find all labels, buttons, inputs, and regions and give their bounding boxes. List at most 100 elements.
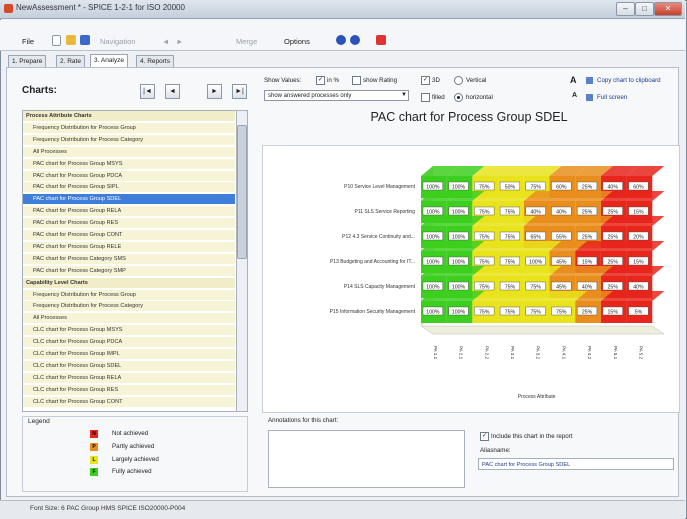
next-chart-button[interactable]: ► bbox=[207, 84, 222, 99]
chart-list-item[interactable]: CLC chart for Process Group CONT bbox=[23, 396, 235, 407]
minimize-button[interactable]: – bbox=[616, 2, 635, 16]
column-tick-label: PA 2.2 bbox=[484, 346, 489, 360]
font-increase-icon[interactable]: A bbox=[570, 75, 577, 85]
value-label: 100% bbox=[452, 185, 466, 191]
chart-list-item[interactable]: CLC chart for Process Group RES bbox=[23, 384, 235, 395]
chart-list[interactable]: Process Attribute Charts Frequency Distri… bbox=[22, 110, 238, 412]
alias-input[interactable]: PAC chart for Process Group SDEL bbox=[478, 458, 674, 470]
value-label: 65% bbox=[530, 235, 541, 241]
chart-list-item[interactable]: PAC chart for Process Group SDEL bbox=[23, 194, 235, 205]
scrollbar-thumb[interactable] bbox=[237, 125, 247, 259]
window-title: NewAssessment * - SPICE 1-2-1 for ISO 20… bbox=[16, 3, 185, 12]
full-screen-link[interactable]: Full screen bbox=[597, 94, 627, 101]
tab-rate[interactable]: 2. Rate bbox=[56, 55, 85, 67]
chart-list-item[interactable]: Frequency Distribution for Process Categ… bbox=[23, 134, 235, 145]
chart-list-item[interactable]: Frequency Distribution for Process Group bbox=[23, 122, 235, 133]
maximize-button[interactable]: □ bbox=[635, 2, 654, 16]
full-screen-icon[interactable] bbox=[586, 94, 593, 101]
tab-analyze[interactable]: 3. Analyze bbox=[90, 54, 128, 67]
three-d-checkbox[interactable]: ✓ bbox=[421, 76, 430, 85]
close-button[interactable]: ✕ bbox=[654, 2, 682, 16]
include-in-report-checkbox[interactable]: ✓ bbox=[480, 432, 489, 441]
in-percent-label: in % bbox=[327, 77, 340, 84]
value-label: 100% bbox=[452, 235, 466, 241]
chart-list-item[interactable]: Frequency Distribution for Process Categ… bbox=[23, 301, 235, 312]
show-values-label: Show Values: bbox=[264, 77, 302, 84]
legend-swatch-p: P bbox=[90, 443, 98, 451]
row-label: P15 Information Security Management bbox=[330, 309, 416, 315]
chart-list-item[interactable]: All Processes bbox=[23, 313, 235, 324]
legend-title: Legend bbox=[28, 418, 50, 425]
x-axis-label: Process Attribute bbox=[518, 394, 556, 400]
value-label: 75% bbox=[505, 260, 516, 266]
value-label: 100% bbox=[426, 210, 440, 216]
value-label: 75% bbox=[530, 310, 541, 316]
value-label: 25% bbox=[608, 210, 619, 216]
copy-icon[interactable] bbox=[586, 77, 593, 84]
font-decrease-icon[interactable]: A bbox=[572, 92, 577, 99]
nav-forward-button[interactable]: ► bbox=[176, 37, 183, 46]
menu-file[interactable]: File bbox=[22, 37, 34, 46]
chart-list-item[interactable]: PAC chart for Process Group RES bbox=[23, 218, 235, 229]
value-label: 40% bbox=[530, 210, 541, 216]
vertical-label: Vertical bbox=[466, 77, 487, 84]
menu-merge[interactable]: Merge bbox=[236, 37, 257, 46]
column-tick-label: PA 4.1 bbox=[561, 346, 566, 360]
chevron-down-icon[interactable]: ▼ bbox=[399, 90, 409, 101]
info-icon[interactable] bbox=[350, 35, 360, 45]
value-label: 100% bbox=[426, 260, 440, 266]
chart-list-group-header[interactable]: Process Attribute Charts bbox=[23, 111, 235, 121]
menu-navigation[interactable]: Navigation bbox=[100, 37, 135, 46]
chart-list-item[interactable]: PAC chart for Process Category SMP bbox=[23, 265, 235, 276]
value-label: 75% bbox=[479, 285, 490, 291]
open-folder-icon[interactable] bbox=[66, 35, 76, 45]
value-label: 100% bbox=[452, 310, 466, 316]
legend-panel bbox=[22, 416, 248, 492]
chart-list-item[interactable]: Frequency Distribution for Process Group bbox=[23, 289, 235, 300]
pac-chart: 100% 100% 75% 50% 75% 60% 25% 40% 60% P10 Service… bbox=[330, 166, 666, 400]
chart-list-item[interactable]: PAC chart for Process Group RELA bbox=[23, 206, 235, 217]
show-rating-checkbox[interactable] bbox=[352, 76, 361, 85]
chart-list-item[interactable]: CLC chart for Process Group SDEL bbox=[23, 360, 235, 371]
chart-list-item[interactable]: CLC chart for Process Group MSYS bbox=[23, 325, 235, 336]
help-icon[interactable] bbox=[336, 35, 346, 45]
row-label: P11 SLS Service Reporting bbox=[355, 209, 416, 215]
chart-list-item[interactable]: PAC chart for Process Group MSYS bbox=[23, 158, 235, 169]
chart-list-item[interactable]: PAC chart for Process Group SIPL bbox=[23, 182, 235, 193]
horizontal-radio[interactable] bbox=[454, 93, 463, 102]
value-label: 100% bbox=[426, 235, 440, 241]
in-percent-checkbox[interactable]: ✓ bbox=[316, 76, 325, 85]
horizontal-label: horizontal bbox=[466, 94, 493, 101]
value-label: 100% bbox=[426, 185, 440, 191]
chart-list-item[interactable]: PAC chart for Process Group RELE bbox=[23, 241, 235, 252]
previous-chart-button[interactable]: ◄ bbox=[165, 84, 180, 99]
chart-list-item[interactable]: CLC chart for Process Group PDCA bbox=[23, 337, 235, 348]
tab-prepare[interactable]: 1. Prepare bbox=[8, 55, 47, 67]
chart-list-item[interactable]: CLC chart for Process Group IMPL bbox=[23, 349, 235, 359]
vertical-radio[interactable] bbox=[454, 76, 463, 85]
chart-list-item[interactable]: PAC chart for Process Group CONT bbox=[23, 230, 235, 240]
legend-label-not-achieved: Not achieved bbox=[112, 430, 149, 437]
annotations-textarea[interactable] bbox=[268, 430, 465, 488]
filled-checkbox[interactable] bbox=[421, 93, 430, 102]
tab-reports[interactable]: 4. Reports bbox=[136, 55, 174, 67]
menu-options[interactable]: Options bbox=[284, 37, 310, 46]
chart-list-item[interactable]: All Processes bbox=[23, 146, 235, 157]
chart-list-item[interactable]: PAC chart for Process Category SMS bbox=[23, 253, 235, 264]
value-label: 15% bbox=[633, 210, 644, 216]
chart-list-item[interactable]: PAC chart for Process Group PDCA bbox=[23, 170, 235, 181]
copy-chart-link[interactable]: Copy chart to clipboard bbox=[597, 77, 661, 84]
chart-list-group-header[interactable]: Capability Level Charts bbox=[23, 277, 235, 288]
filter-dropdown[interactable]: show answered processes only bbox=[264, 90, 409, 101]
pdf-icon[interactable] bbox=[376, 35, 386, 45]
value-label: 25% bbox=[582, 185, 593, 191]
last-chart-button[interactable]: ►| bbox=[232, 84, 247, 99]
chart-list-item[interactable]: CLC chart for Process Group RELA bbox=[23, 372, 235, 383]
value-label: 15% bbox=[582, 260, 593, 266]
save-icon[interactable] bbox=[80, 35, 90, 45]
nav-back-button[interactable]: ◄ bbox=[162, 37, 169, 46]
first-chart-button[interactable]: |◄ bbox=[140, 84, 155, 99]
column-tick-label: PA 3.2 bbox=[536, 346, 541, 360]
new-file-icon[interactable] bbox=[52, 35, 61, 46]
value-label: 75% bbox=[505, 310, 516, 316]
